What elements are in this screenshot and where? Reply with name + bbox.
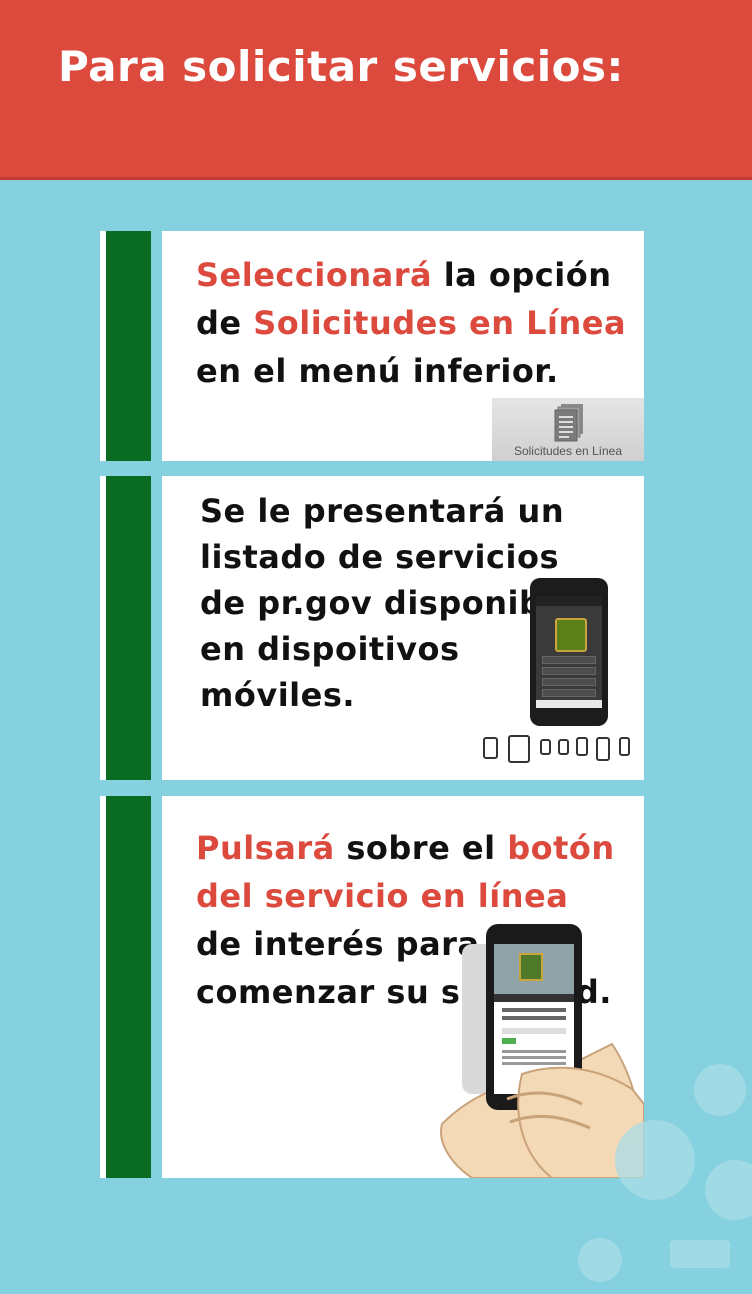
step-1-text: Seleccionará la opción de Solicitudes en…: [196, 251, 646, 395]
step-accent-bar: [106, 231, 151, 461]
step-1-text-2: en el menú inferior.: [196, 352, 559, 390]
step-card-2: Se le presentará un listado de servicios…: [100, 476, 644, 780]
step-accent-bar: [106, 796, 151, 1178]
step-3-text-1: sobre el: [334, 829, 508, 867]
step-accent-bar: [106, 476, 151, 780]
document-stack-icon: [554, 404, 583, 442]
page-title: Para solicitar servicios:: [58, 42, 624, 91]
step-card-1: Seleccionará la opción de Solicitudes en…: [100, 231, 644, 461]
solicitudes-en-linea-label: Solicitudes en Línea: [513, 444, 623, 458]
step-1-highlight-2: Solicitudes en Línea: [253, 304, 627, 342]
step-3-highlight-1: Pulsará: [196, 829, 335, 867]
smartphone-icon: [530, 578, 608, 726]
step-1-highlight-1: Seleccionará: [196, 256, 433, 294]
solicitudes-en-linea-button[interactable]: Solicitudes en Línea: [492, 398, 644, 461]
header-banner: Para solicitar servicios:: [0, 0, 752, 180]
devices-row-icon: [483, 735, 630, 763]
decorative-background-icons: [578, 1064, 752, 1282]
